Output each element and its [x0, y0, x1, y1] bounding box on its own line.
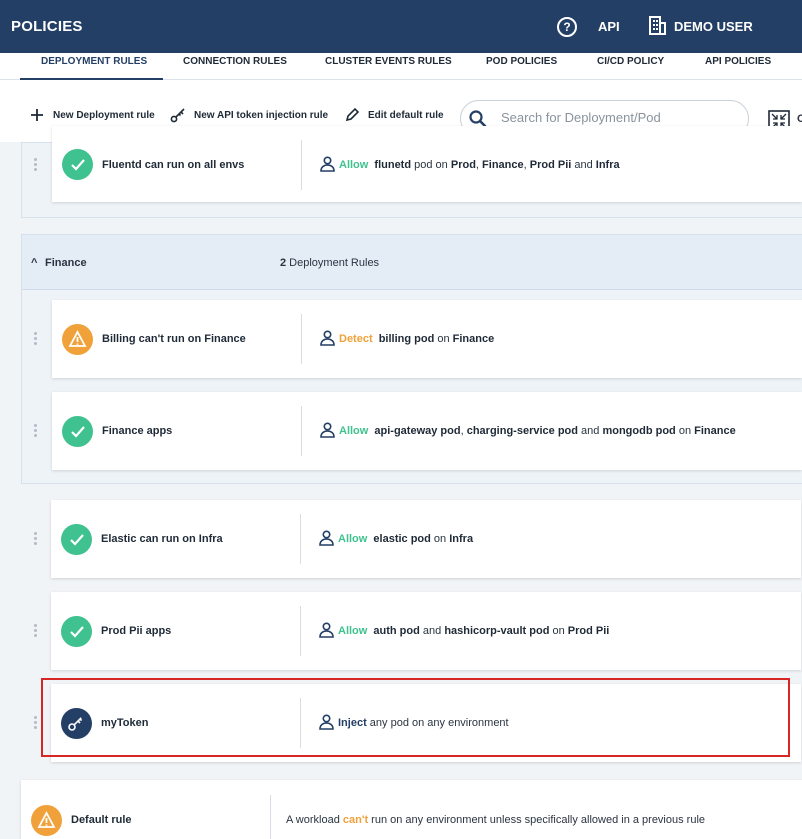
default-status: [31, 805, 62, 836]
allow-status: [61, 524, 92, 555]
rule-name: Fluentd can run on all envs: [102, 159, 245, 171]
rule-card-billing[interactable]: Billing can't run on Finance Detect bill…: [52, 300, 802, 378]
top-header: POLICIES ? API DEMO USER: [0, 0, 802, 53]
drag-handle[interactable]: [34, 716, 38, 730]
divider: [300, 698, 301, 748]
tab-deployment-rules[interactable]: DEPLOYMENT RULES: [20, 56, 163, 80]
divider: [270, 795, 271, 839]
warning-icon: [37, 811, 56, 828]
check-icon: [71, 159, 85, 171]
drag-handle[interactable]: [34, 624, 38, 638]
building-icon: [649, 16, 666, 35]
rule-description: Allow flunetd pod on Prod, Finance, Prod…: [339, 159, 620, 171]
person-icon: [320, 422, 335, 438]
page-title: POLICIES: [11, 18, 83, 35]
tab-pod-policies[interactable]: POD POLICIES: [486, 56, 557, 80]
rule-name: myToken: [101, 717, 149, 729]
rule-description: Allow elastic pod on Infra: [338, 533, 474, 545]
rule-description: Inject any pod on any environment: [338, 717, 509, 729]
allow-status: [61, 616, 92, 647]
key-icon: [170, 108, 185, 123]
key-icon: [68, 717, 83, 731]
check-icon: [70, 534, 84, 546]
person-icon: [320, 330, 335, 346]
allow-status: [62, 416, 93, 447]
rule-name: Prod Pii apps: [101, 625, 172, 637]
tab-cicd-policy[interactable]: CI/CD POLICY: [597, 56, 664, 80]
check-icon: [71, 426, 85, 438]
divider: [301, 140, 302, 190]
tab-connection-rules[interactable]: CONNECTION RULES: [183, 56, 287, 80]
detect-status: [62, 324, 93, 355]
rule-card-finance-apps[interactable]: Finance apps Allow api-gateway pod, char…: [52, 392, 802, 470]
rule-description: A workload can't run on any environment …: [286, 814, 706, 826]
check-icon: [70, 626, 84, 638]
rule-card-mytoken[interactable]: myToken Inject any pod on any environmen…: [51, 684, 801, 762]
person-icon: [319, 622, 334, 638]
group-rule-count: 2 Deployment Rules: [280, 257, 380, 269]
user-menu[interactable]: DEMO USER: [674, 19, 753, 34]
divider: [300, 606, 301, 656]
new-api-token-rule-label: New API token injection rule: [194, 110, 329, 121]
new-api-token-rule-button[interactable]: New API token injection rule: [170, 108, 329, 123]
pencil-icon: [345, 107, 360, 122]
rule-name: Default rule: [71, 814, 132, 826]
chevron-up-icon[interactable]: ^: [31, 257, 37, 269]
drag-handle[interactable]: [34, 332, 38, 346]
rule-description: Allow api-gateway pod, charging-service …: [339, 425, 736, 437]
group-header-finance[interactable]: ^ Finance 2 Deployment Rules: [22, 235, 802, 290]
rule-name: Finance apps: [102, 425, 173, 437]
help-icon[interactable]: ?: [557, 17, 577, 37]
drag-handle[interactable]: [34, 158, 38, 172]
rule-name: Elastic can run on Infra: [101, 533, 223, 545]
rule-card-fluentd[interactable]: Fluentd can run on all envs Allow flunet…: [52, 126, 802, 202]
warning-icon: [68, 330, 87, 347]
person-icon: [319, 714, 334, 730]
search-input[interactable]: [501, 110, 731, 125]
person-icon: [320, 156, 335, 172]
rule-card-elastic[interactable]: Elastic can run on Infra Allow elastic p…: [51, 500, 801, 578]
drag-handle[interactable]: [34, 424, 38, 438]
divider: [301, 314, 302, 364]
divider: [301, 406, 302, 456]
rule-card-prod-pii[interactable]: Prod Pii apps Allow auth pod and hashico…: [51, 592, 801, 670]
new-deployment-rule-label: New Deployment rule: [53, 110, 155, 121]
tab-cluster-events-rules[interactable]: CLUSTER EVENTS RULES: [325, 56, 452, 80]
edit-default-rule-label: Edit default rule: [368, 110, 444, 121]
tab-api-policies[interactable]: API POLICIES: [705, 56, 771, 80]
drag-handle[interactable]: [34, 532, 38, 546]
policy-tabs: DEPLOYMENT RULES CONNECTION RULES CLUSTE…: [0, 53, 802, 80]
plus-icon: [31, 109, 43, 121]
divider: [300, 514, 301, 564]
allow-status: [62, 149, 93, 180]
edit-default-rule-button[interactable]: Edit default rule: [345, 107, 444, 122]
person-icon: [319, 530, 334, 546]
inject-status: [61, 708, 92, 739]
api-link[interactable]: API: [598, 19, 620, 34]
rule-name: Billing can't run on Finance: [102, 333, 246, 345]
new-deployment-rule-button[interactable]: New Deployment rule: [31, 109, 155, 121]
rule-description: Detect billing pod on Finance: [339, 333, 495, 345]
group-name: Finance: [45, 257, 87, 269]
collapse-all-label: C: [797, 113, 802, 125]
default-rule-card[interactable]: Default rule A workload can't run on any…: [21, 780, 802, 839]
rule-description: Allow auth pod and hashicorp-vault pod o…: [338, 625, 610, 637]
